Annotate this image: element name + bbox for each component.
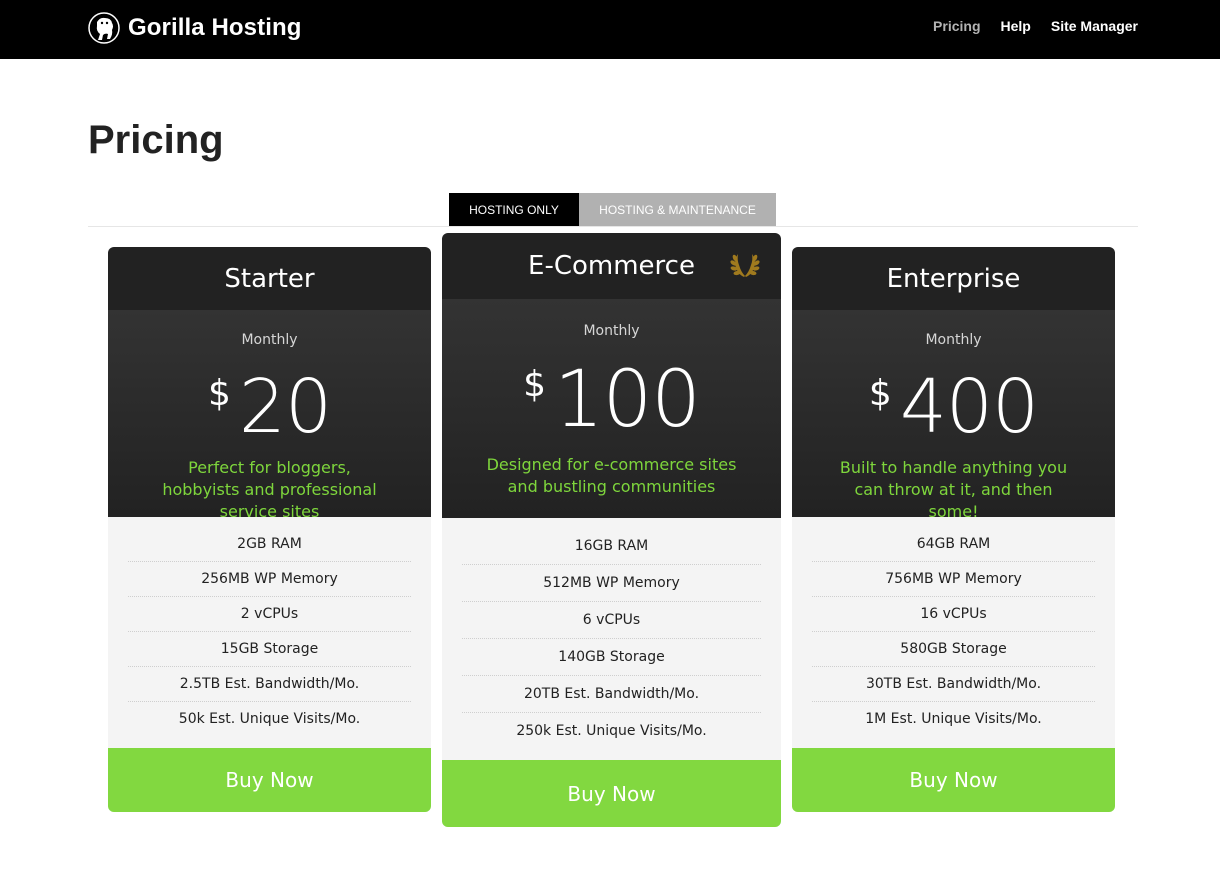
tab-hosting-only[interactable]: HOSTING ONLY — [449, 193, 579, 226]
plan-card-starter: Starter Monthly $ 20 Perfect for blogger… — [108, 247, 431, 812]
feature-item: 16GB RAM — [462, 528, 761, 565]
laurel-wreath-icon — [730, 254, 760, 277]
currency-symbol: $ — [207, 373, 231, 414]
top-navbar: Gorilla Hosting Pricing Help Site Manage… — [0, 0, 1220, 59]
tabs-divider — [88, 226, 1138, 227]
feature-item: 16 vCPUs — [812, 597, 1095, 632]
nav-link-site-manager[interactable]: Site Manager — [1051, 18, 1138, 34]
gorilla-logo-icon — [88, 12, 120, 44]
tab-hosting-maintenance[interactable]: HOSTING & MAINTENANCE — [579, 193, 776, 226]
plan-tagline: Perfect for bloggers, hobbyists and prof… — [162, 458, 377, 521]
feature-item: 30TB Est. Bandwidth/Mo. — [812, 667, 1095, 702]
feature-item: 256MB WP Memory — [128, 562, 411, 597]
price-amount: 100 — [554, 355, 701, 445]
feature-item: 2.5TB Est. Bandwidth/Mo. — [128, 667, 411, 702]
feature-list: 16GB RAM 512MB WP Memory 6 vCPUs 140GB S… — [442, 518, 781, 750]
billing-period: Monthly — [241, 332, 298, 348]
billing-period: Monthly — [925, 332, 982, 348]
price-amount: 20 — [238, 364, 332, 450]
feature-item: 20TB Est. Bandwidth/Mo. — [462, 676, 761, 713]
feature-item: 2GB RAM — [128, 527, 411, 562]
feature-item: 50k Est. Unique Visits/Mo. — [178, 711, 361, 727]
plan-name: E-Commerce — [528, 251, 695, 281]
currency-symbol: $ — [523, 364, 546, 405]
plan-header: E-Commerce — [442, 233, 781, 299]
buy-now-button[interactable]: Buy Now — [108, 748, 431, 812]
page-title: Pricing — [88, 118, 224, 162]
nav-link-help[interactable]: Help — [1001, 18, 1031, 34]
billing-period: Monthly — [583, 323, 640, 339]
price: $ 100 — [442, 361, 781, 439]
price-block: Monthly $ 100 Designed for e-commerce si… — [442, 299, 781, 518]
feature-item: 250k Est. Unique Visits/Mo. — [516, 723, 707, 739]
feature-list: 2GB RAM 256MB WP Memory 2 vCPUs 15GB Sto… — [108, 517, 431, 737]
brand-link[interactable]: Gorilla Hosting — [88, 12, 302, 44]
feature-list: 64GB RAM 756MB WP Memory 16 vCPUs 580GB … — [792, 517, 1115, 737]
plan-tagline: Built to handle anything you can throw a… — [839, 458, 1068, 521]
price: $ 20 — [108, 370, 431, 444]
feature-item: 756MB WP Memory — [812, 562, 1095, 597]
plan-card-ecommerce: E-Commerce Monthly $ 100 Designed for e-… — [442, 233, 781, 827]
feature-item: 140GB Storage — [462, 639, 761, 676]
feature-item: 2 vCPUs — [128, 597, 411, 632]
price-block: Monthly $ 20 Perfect for bloggers, hobby… — [108, 310, 431, 521]
feature-item: 580GB Storage — [812, 632, 1095, 667]
plan-tagline: Designed for e-commerce sites and bustli… — [486, 455, 737, 496]
plan-name: Enterprise — [792, 247, 1115, 310]
currency-symbol: $ — [868, 373, 892, 414]
main-nav: Pricing Help Site Manager — [933, 18, 1138, 34]
plan-card-enterprise: Enterprise Monthly $ 400 Built to handle… — [792, 247, 1115, 812]
price-block: Monthly $ 400 Built to handle anything y… — [792, 310, 1115, 521]
price: $ 400 — [792, 370, 1115, 444]
feature-item: 6 vCPUs — [462, 602, 761, 639]
price-amount: 400 — [899, 364, 1039, 450]
brand-name: Gorilla Hosting — [128, 14, 302, 41]
nav-link-pricing[interactable]: Pricing — [933, 18, 980, 34]
feature-item: 1M Est. Unique Visits/Mo. — [865, 711, 1042, 727]
feature-item: 64GB RAM — [812, 527, 1095, 562]
buy-now-button[interactable]: Buy Now — [792, 748, 1115, 812]
plan-name: Starter — [108, 247, 431, 310]
feature-item: 15GB Storage — [128, 632, 411, 667]
buy-now-button[interactable]: Buy Now — [442, 760, 781, 827]
feature-item: 512MB WP Memory — [462, 565, 761, 602]
